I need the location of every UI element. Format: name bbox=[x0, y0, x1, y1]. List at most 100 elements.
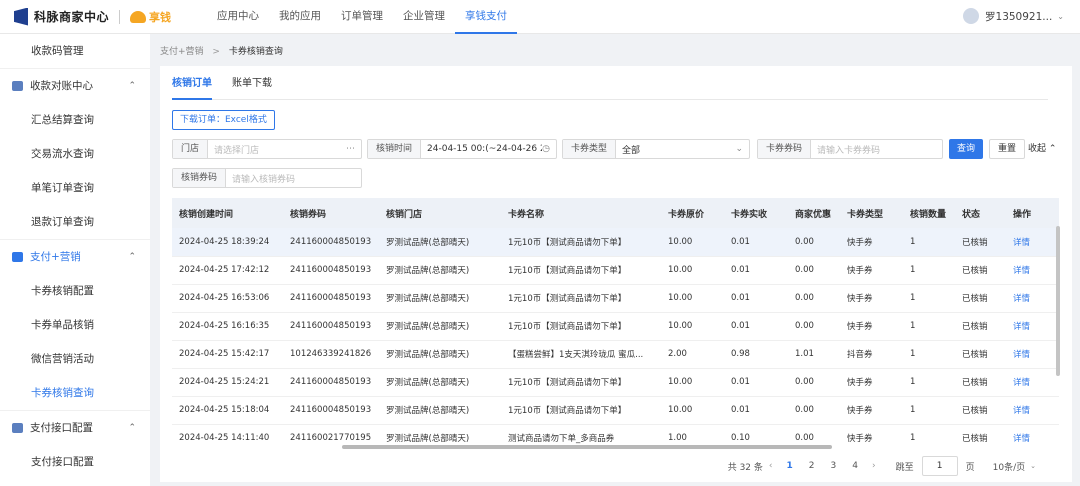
column-header: 核销数量 bbox=[903, 198, 955, 228]
card-type-select[interactable]: 全部 bbox=[616, 143, 735, 156]
page-1[interactable]: 1 bbox=[787, 461, 793, 471]
page-2[interactable]: 2 bbox=[809, 461, 815, 471]
chevron-left-icon[interactable]: ‹ bbox=[769, 461, 773, 471]
query-button[interactable]: 查询 bbox=[949, 139, 984, 159]
detail-link[interactable]: 详情 bbox=[1006, 424, 1059, 450]
tab-bill-download[interactable]: 账单下载 bbox=[232, 74, 272, 100]
sidebar-item-single-order[interactable]: 单笔订单查询 bbox=[0, 171, 150, 205]
horizontal-scrollbar[interactable] bbox=[342, 445, 832, 449]
chevron-right-icon[interactable]: › bbox=[872, 461, 876, 471]
detail-link[interactable]: 详情 bbox=[1006, 396, 1059, 425]
jump-page-input[interactable]: 1 bbox=[921, 456, 958, 476]
user-menu[interactable]: 罗1350921... ⌄ bbox=[963, 8, 1064, 24]
collapse-toggle[interactable]: 收起 ⌃ bbox=[1028, 139, 1056, 159]
verify-code: 241160004850193 bbox=[283, 312, 379, 341]
chevron-down-icon: ⌄ bbox=[735, 144, 743, 154]
status: 已核销 bbox=[955, 256, 1006, 285]
verify-count: 1 bbox=[903, 256, 955, 285]
table-row: 2024-04-25 18:39:24 241160004850193 罗测试品牌(… bbox=[172, 228, 1059, 257]
store-select[interactable]: 请选择门店 bbox=[208, 143, 346, 156]
top-nav: 应用中心 我的应用 订单管理 企业管理 享钱支付 bbox=[207, 0, 518, 34]
total-count: 共 32 条 bbox=[727, 462, 763, 473]
status: 已核销 bbox=[955, 396, 1006, 425]
time-field[interactable]: 核销时间 24-04-15 00:(~24-04-26 23:5 ◷ bbox=[367, 139, 557, 159]
nav-xiangqian-pay[interactable]: 享钱支付 bbox=[455, 0, 518, 34]
detail-link[interactable]: 详情 bbox=[1006, 228, 1059, 257]
column-header: 商家优惠 bbox=[788, 198, 840, 228]
verify-count: 1 bbox=[903, 312, 955, 341]
nav-enterprise[interactable]: 企业管理 bbox=[393, 0, 455, 34]
vertical-scrollbar[interactable] bbox=[1056, 226, 1060, 376]
chevron-up-icon: ⌃ bbox=[128, 252, 136, 262]
original-price: 10.00 bbox=[661, 368, 724, 397]
merchant-discount: 0.00 bbox=[788, 396, 840, 425]
sidebar-group-pay-marketing[interactable]: 支付+营销 ⌃ bbox=[0, 240, 150, 274]
page-size-select[interactable]: 10条/页 bbox=[993, 460, 1026, 473]
status: 已核销 bbox=[955, 368, 1006, 397]
detail-link[interactable]: 详情 bbox=[1006, 368, 1059, 397]
sidebar: 收款码管理 收款对账中心 ⌃ 汇总结算查询 交易流水查询 单笔订单查询 退款订单… bbox=[0, 34, 150, 486]
verify-code-field[interactable]: 核销券码 请输入核销券码 bbox=[172, 168, 362, 188]
divider bbox=[119, 9, 121, 24]
verify-code-input[interactable]: 请输入核销券码 bbox=[226, 172, 361, 185]
store-field[interactable]: 门店 请选择门店 ⋯ bbox=[172, 139, 362, 159]
user-name: 罗1350921... bbox=[985, 10, 1053, 23]
card-code-input[interactable]: 请输入卡券券码 bbox=[811, 143, 942, 156]
table-row: 2024-04-25 15:18:04 241160004850193 罗测试品牌(… bbox=[172, 396, 1059, 425]
sidebar-item-wechat-marketing[interactable]: 微信营销活动 bbox=[0, 342, 150, 376]
actual-received: 0.98 bbox=[724, 340, 788, 369]
card-name: 1元10币【测试商品请勿下单】 bbox=[501, 284, 661, 313]
table-header-row: 核销创建时间 核销券码 核销门店 卡券名称 卡券原价 卡券实收 商家优惠 卡券类… bbox=[172, 198, 1059, 228]
created-time: 2024-04-25 15:24:21 bbox=[172, 368, 283, 397]
download-excel-button[interactable]: 下载订单：Excel格式 bbox=[172, 110, 275, 130]
nav-app-center[interactable]: 应用中心 bbox=[207, 0, 269, 34]
sidebar-group-pay-interface[interactable]: 支付接口配置 ⌃ bbox=[0, 411, 150, 445]
chevron-down-icon[interactable]: ⌄ bbox=[1030, 462, 1036, 470]
time-range-input[interactable]: 24-04-15 00:(~24-04-26 23:5 bbox=[421, 144, 542, 154]
folder-icon bbox=[12, 252, 23, 262]
actual-received: 0.01 bbox=[724, 228, 788, 257]
sidebar-item-coupon-config[interactable]: 卡券核销配置 bbox=[0, 274, 150, 308]
logo[interactable]: 科脉商家中心 bbox=[14, 7, 109, 26]
column-header: 卡券实收 bbox=[724, 198, 788, 228]
actual-received: 0.01 bbox=[724, 368, 788, 397]
detail-link[interactable]: 详情 bbox=[1006, 284, 1059, 313]
sidebar-item-summary[interactable]: 汇总结算查询 bbox=[0, 103, 150, 137]
card-type-label: 卡券类型 bbox=[563, 140, 617, 158]
sidebar-item-coupon-query[interactable]: 卡券核销查询 bbox=[0, 376, 150, 410]
nav-orders[interactable]: 订单管理 bbox=[331, 0, 393, 34]
sidebar-item-refund[interactable]: 退款订单查询 bbox=[0, 205, 150, 239]
column-header: 卡券名称 bbox=[501, 198, 661, 228]
card-name: 【蛋糕尝鲜】1支天淇玲珑瓜 蜜瓜... bbox=[501, 340, 661, 369]
merchant-discount: 0.00 bbox=[788, 312, 840, 341]
card-code-field[interactable]: 卡券券码 请输入卡券券码 bbox=[757, 139, 943, 159]
sidebar-group-reconciliation[interactable]: 收款对账中心 ⌃ bbox=[0, 69, 150, 103]
chevron-up-icon: ⌃ bbox=[128, 81, 136, 91]
actual-received: 0.01 bbox=[724, 396, 788, 425]
tab-verify-orders[interactable]: 核销订单 bbox=[172, 74, 212, 100]
sidebar-item-qr-management[interactable]: 收款码管理 bbox=[0, 34, 150, 68]
detail-link[interactable]: 详情 bbox=[1006, 256, 1059, 285]
card-name: 1元10币【测试商品请勿下单】 bbox=[501, 256, 661, 285]
card-type-field[interactable]: 卡券类型 全部 ⌄ bbox=[562, 139, 750, 159]
page-3[interactable]: 3 bbox=[831, 461, 837, 471]
table-row: 2024-04-25 16:16:35 241160004850193 罗测试品牌(… bbox=[172, 312, 1059, 341]
actual-received: 0.01 bbox=[724, 284, 788, 313]
breadcrumb-parent[interactable]: 支付+营销 bbox=[160, 47, 204, 57]
folder-icon bbox=[12, 423, 23, 433]
card-type: 快手券 bbox=[840, 396, 903, 425]
page-4[interactable]: 4 bbox=[852, 461, 858, 471]
sidebar-item-transactions[interactable]: 交易流水查询 bbox=[0, 137, 150, 171]
status: 已核销 bbox=[955, 312, 1006, 341]
card-name: 1元10币【测试商品请勿下单】 bbox=[501, 396, 661, 425]
detail-link[interactable]: 详情 bbox=[1006, 312, 1059, 341]
detail-link[interactable]: 详情 bbox=[1006, 340, 1059, 369]
sidebar-item-coupon-single[interactable]: 卡券单品核销 bbox=[0, 308, 150, 342]
column-header: 核销券码 bbox=[283, 198, 379, 228]
store: 罗测试品牌(总部晴天) bbox=[379, 312, 501, 341]
verify-code: 101246339241826 bbox=[283, 340, 379, 369]
reset-button[interactable]: 重置 bbox=[989, 139, 1026, 159]
sidebar-item-pay-interface-config[interactable]: 支付接口配置 bbox=[0, 445, 150, 479]
merchant-discount: 0.00 bbox=[788, 368, 840, 397]
nav-my-apps[interactable]: 我的应用 bbox=[269, 0, 331, 34]
